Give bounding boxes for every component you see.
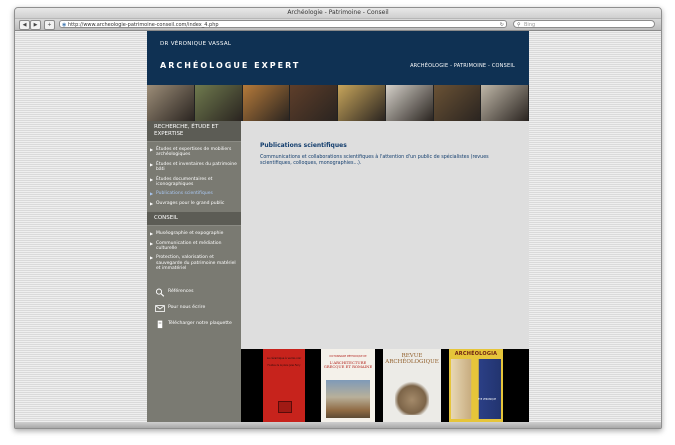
menu-research: ▶ Études et expertises de mobiliers arché… <box>147 142 241 212</box>
globe-icon: ◉ <box>62 22 67 28</box>
book-covers: La céramique à vernis noir Fouilles de l… <box>241 349 529 422</box>
book-image <box>395 381 429 415</box>
book-image <box>451 359 501 419</box>
sidebar-item-label: Publications scientifiques <box>156 191 213 197</box>
sidebar-item-label: Études et expertises de mobiliers archéo… <box>156 147 232 158</box>
envelope-icon <box>155 304 165 312</box>
strip-photo <box>290 85 338 121</box>
sidebar-item-label: Communication et médiation culturelle <box>156 240 222 252</box>
sidebar-item[interactable]: ▶ Muséographie et expographie <box>147 229 241 238</box>
arrow-icon: ▶ <box>150 161 154 167</box>
search-input[interactable]: ⚲ Bing <box>513 20 655 28</box>
search-icon: ⚲ <box>517 22 521 28</box>
url-bar[interactable]: ◉ http://www.archeologie-patrimoine-cons… <box>59 20 507 28</box>
sidebar: RECHERCHE, ÉTUDE ET EXPERTISE ▶ Études et… <box>147 121 241 422</box>
site-tagline: ARCHÉOLOGIE - PATRIMOINE - CONSEIL <box>410 63 515 69</box>
page-description: Communications et collaborations scienti… <box>260 155 489 166</box>
sidebar-item[interactable]: ▶ Études documentaires et iconographiques <box>147 175 241 190</box>
arrow-icon: ▶ <box>150 240 154 246</box>
sidebar-item[interactable]: ▶ Communication et médiation culturelle <box>147 239 241 254</box>
site-title[interactable]: ARCHÉOLOGUE EXPERT <box>160 61 300 70</box>
menu-conseil: ▶ Muséographie et expographie ▶ Communicati… <box>147 226 241 277</box>
strip-photo <box>194 85 243 121</box>
link-contact[interactable]: Pour nous écrire <box>147 304 241 320</box>
site-header: DR VÉRONIQUE VASSAL ARCHÉOLOGUE EXPERT A… <box>147 31 529 85</box>
author-name: DR VÉRONIQUE VASSAL <box>160 41 232 47</box>
sidebar-item-label: Études documentaires et iconographiques <box>156 176 213 188</box>
strip-photo <box>385 85 434 121</box>
link-label: Télécharger notre plaquette <box>168 320 232 326</box>
sidebar-item[interactable]: ▶ Ouvrages pour le grand public <box>147 199 241 208</box>
strip-photo <box>147 85 195 121</box>
strip-photo <box>242 85 291 121</box>
link-download[interactable]: Télécharger notre plaquette <box>147 320 241 336</box>
search-placeholder: Bing <box>524 22 536 28</box>
book-cover-architecture[interactable]: DICTIONNAIRE MÉTHODIQUE DE L'ARCHITECTUR… <box>321 349 375 422</box>
book-cover-archeologia[interactable]: ARCHÉOLOGIA EYE VERONIQUE <box>449 349 503 422</box>
arrow-icon: ▶ <box>150 200 154 206</box>
forward-button[interactable]: ▶ <box>30 20 41 30</box>
window-title: Archéologie - Patrimoine - Conseil <box>15 8 661 19</box>
page-viewport: DR VÉRONIQUE VASSAL ARCHÉOLOGUE EXPERT A… <box>15 31 661 422</box>
arrow-icon: ▶ <box>150 255 154 261</box>
sidebar-links: Références Pour nous écrire Télécharger … <box>147 288 241 336</box>
reload-icon[interactable]: ↻ <box>500 21 504 29</box>
window-bottom-bar <box>15 422 661 428</box>
sidebar-item[interactable]: ▶ Études et expertises de mobiliers arché… <box>147 145 241 160</box>
arrow-icon: ▶ <box>150 191 154 197</box>
photo-strip <box>147 85 529 121</box>
sidebar-item-label: Études et inventaires du patrimoine bâti <box>156 161 237 173</box>
link-label: Références <box>168 288 194 294</box>
section-conseil: CONSEIL ▶ Muséographie et expographie ▶ Com… <box>147 212 241 277</box>
arrow-icon: ▶ <box>150 176 154 182</box>
link-references[interactable]: Références <box>147 288 241 304</box>
section-heading: RECHERCHE, ÉTUDE ET EXPERTISE <box>147 121 241 142</box>
back-button[interactable]: ◀ <box>19 20 30 30</box>
strip-photo <box>338 85 386 121</box>
sidebar-item[interactable]: ▶ Études et inventaires du patrimoine bât… <box>147 160 241 175</box>
url-text: http://www.archeologie-patrimoine-consei… <box>68 22 219 28</box>
arrow-icon: ▶ <box>150 231 154 237</box>
book-title: La céramique à vernis noir <box>266 357 302 360</box>
sidebar-item[interactable]: ▶ Publications scientifiques <box>147 189 241 198</box>
site-container: DR VÉRONIQUE VASSAL ARCHÉOLOGUE EXPERT A… <box>147 31 529 422</box>
sidebar-item-label: Ouvrages pour le grand public <box>156 200 225 206</box>
book-title: DICTIONNAIRE MÉTHODIQUE DE <box>329 355 367 358</box>
book-subtitle: Fouilles de la place Jules Ferry <box>267 364 301 367</box>
book-emblem <box>278 401 292 413</box>
strip-photo <box>433 85 482 121</box>
section-heading: CONSEIL <box>147 212 241 227</box>
book-title: ARCHÉOLOGIA <box>454 351 498 357</box>
add-bookmark-button[interactable]: + <box>44 20 55 30</box>
magnifier-icon <box>155 288 165 297</box>
browser-toolbar: ◀ ▶ + ◉ http://www.archeologie-patrimoin… <box>15 19 661 31</box>
section-research: RECHERCHE, ÉTUDE ET EXPERTISE ▶ Études et… <box>147 121 241 212</box>
sidebar-item-label: Protection, valorisation et sauvegarde d… <box>156 255 236 272</box>
book-label: EYE VERONIQUE <box>478 398 496 401</box>
book-cover-revue[interactable]: REVUE ARCHÉOLOGIQUE <box>383 349 441 422</box>
book-title: REVUE ARCHÉOLOGIQUE <box>385 353 439 366</box>
book-subtitle: L'ARCHITECTURE GRECQUE ET ROMAINE <box>323 360 373 370</box>
book-cover-ceramique[interactable]: La céramique à vernis noir Fouilles de l… <box>263 349 305 422</box>
sidebar-item-label: Muséographie et expographie <box>156 231 224 237</box>
book-image <box>326 380 370 418</box>
strip-photo <box>481 85 529 121</box>
arrow-icon: ▶ <box>150 147 154 152</box>
main-content: Publications scientifiques Communication… <box>241 121 529 349</box>
link-label: Pour nous écrire <box>168 304 206 310</box>
page-title: Publications scientifiques <box>260 142 347 149</box>
sidebar-item[interactable]: ▶ Protection, valorisation et sauvegarde … <box>147 253 241 273</box>
document-icon <box>157 320 163 328</box>
browser-window: Archéologie - Patrimoine - Conseil ◀ ▶ +… <box>14 7 662 429</box>
